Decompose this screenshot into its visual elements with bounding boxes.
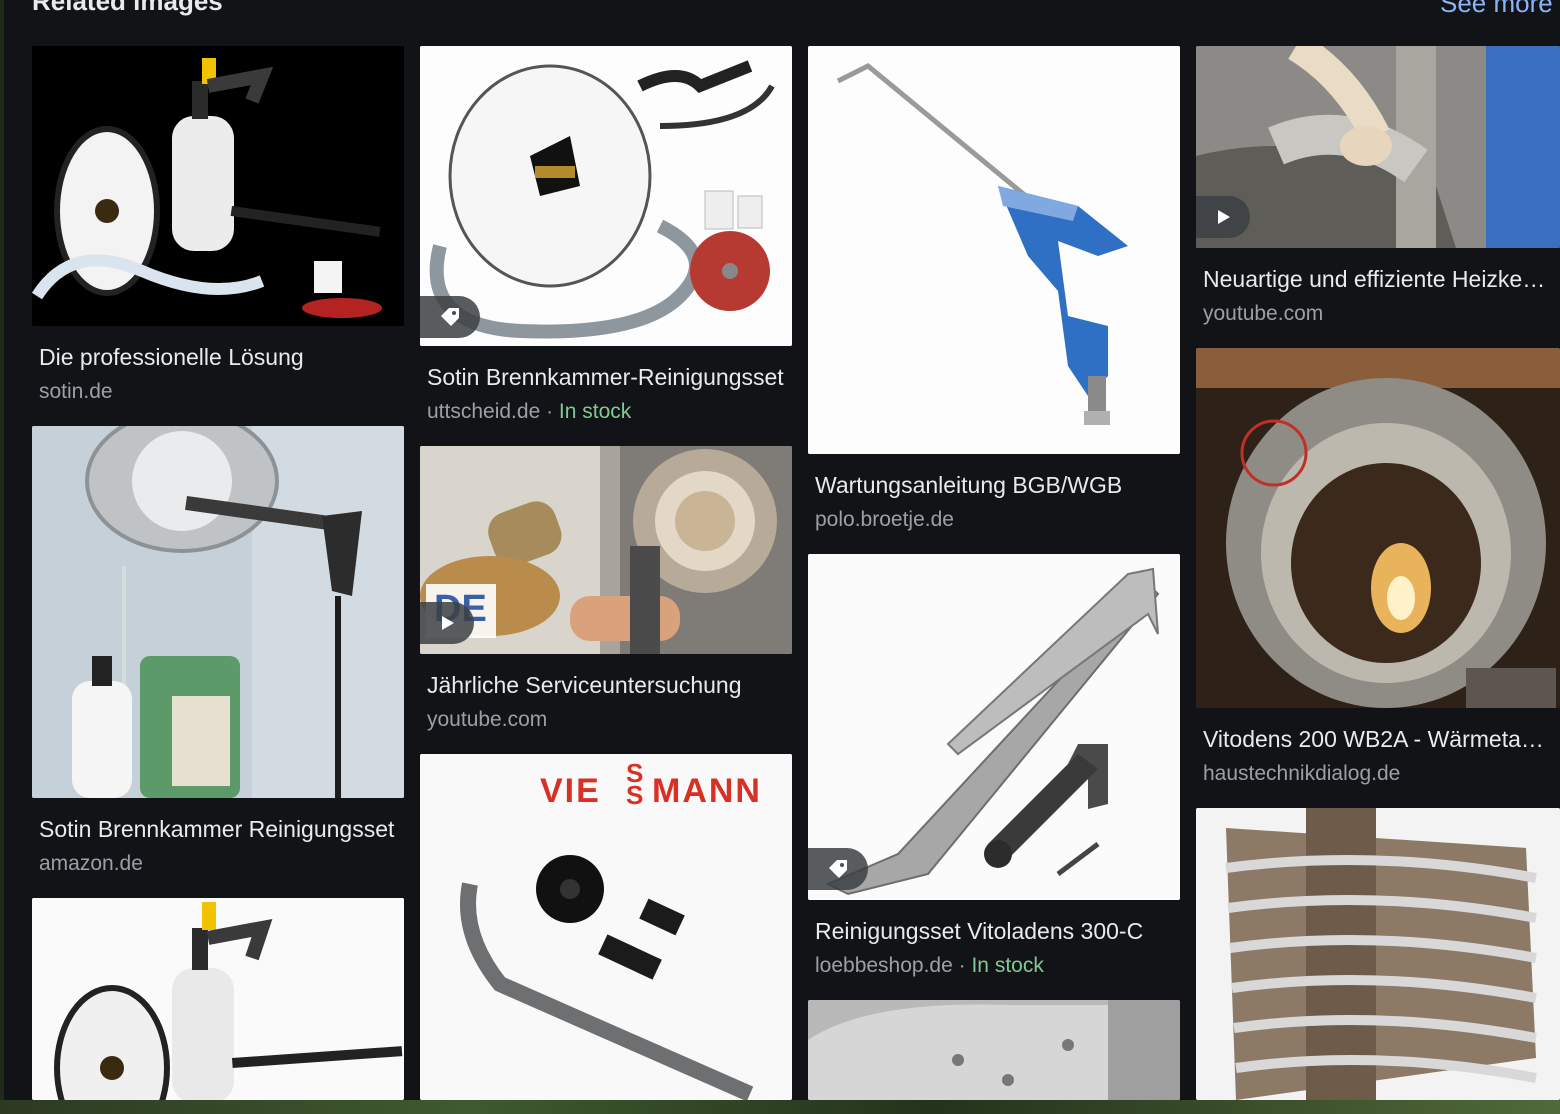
image-card-10[interactable]: Neuartige und effiziente Heizkessel yout… — [1196, 46, 1560, 336]
stock-status: In stock — [971, 954, 1044, 977]
image-thumbnail[interactable] — [32, 426, 404, 798]
source-domain: youtube.com — [1203, 302, 1324, 325]
background-strip — [0, 1100, 1560, 1114]
image-thumbnail[interactable] — [1196, 46, 1560, 248]
tag-icon — [438, 305, 462, 329]
image-source: loebbeshop.de · In stock — [815, 954, 1044, 978]
image-thumbnail[interactable] — [32, 898, 404, 1100]
product-badge — [808, 848, 868, 890]
source-domain: amazon.de — [39, 852, 143, 875]
image-caption[interactable]: Sotin Brennkammer Reinigungsset — [39, 816, 397, 843]
logo-text-middle: SS — [626, 758, 644, 810]
image-thumbnail[interactable] — [808, 1000, 1180, 1100]
source-domain: haustechnikdialog.de — [1203, 762, 1401, 785]
play-icon — [437, 613, 457, 633]
image-thumbnail[interactable]: DE — [420, 446, 792, 654]
separator-dot: · — [540, 400, 559, 423]
image-source: uttscheid.de · In stock — [427, 400, 631, 424]
tag-icon — [826, 857, 850, 881]
image-caption[interactable]: Vitodens 200 WB2A - Wärmetauscher — [1203, 726, 1553, 753]
product-badge — [420, 296, 480, 338]
video-badge — [420, 602, 474, 644]
image-card-9[interactable] — [808, 1000, 1180, 1100]
image-caption[interactable]: Wartungsanleitung BGB/WGB — [815, 472, 1173, 499]
image-thumbnail[interactable] — [808, 554, 1180, 900]
image-card-8[interactable]: Reinigungsset Vitoladens 300-C loebbesho… — [808, 554, 1180, 990]
image-source: polo.broetje.de — [815, 508, 954, 532]
image-source: sotin.de — [39, 380, 113, 404]
source-domain: sotin.de — [39, 380, 113, 403]
image-thumbnail[interactable] — [1196, 348, 1560, 708]
image-source: haustechnikdialog.de — [1203, 762, 1400, 786]
image-card-4[interactable]: Sotin Brennkammer-Reinigungsset uttschei… — [420, 46, 792, 436]
image-card-5[interactable]: DE Jährliche Serviceuntersuchung youtube… — [420, 446, 792, 744]
image-card-11[interactable]: Vitodens 200 WB2A - Wärmetauscher hauste… — [1196, 348, 1560, 798]
image-caption[interactable]: Sotin Brennkammer-Reinigungsset — [427, 364, 785, 391]
video-badge — [1196, 196, 1250, 238]
source-domain: polo.broetje.de — [815, 508, 954, 531]
image-card-7[interactable]: Wartungsanleitung BGB/WGB polo.broetje.d… — [808, 46, 1180, 544]
image-thumbnail[interactable]: VIE SS MANN — [420, 754, 792, 1100]
image-thumbnail[interactable] — [808, 46, 1180, 454]
image-thumbnail[interactable] — [420, 46, 792, 346]
section-title: Related images — [32, 0, 223, 16]
source-domain: loebbeshop.de — [815, 954, 953, 977]
image-source: youtube.com — [1203, 302, 1323, 326]
image-caption[interactable]: Neuartige und effiziente Heizkessel — [1203, 266, 1553, 293]
related-images-panel: Related images See more Die professionel… — [4, 0, 1560, 1100]
source-domain: uttscheid.de — [427, 400, 541, 423]
image-card-3[interactable] — [32, 898, 404, 1100]
image-card-6[interactable]: VIE SS MANN — [420, 754, 792, 1100]
image-card-1[interactable]: Die professionelle Lösung sotin.de — [32, 46, 404, 416]
stock-status: In stock — [558, 400, 632, 423]
image-source: amazon.de — [39, 852, 143, 876]
image-caption[interactable]: Die professionelle Lösung — [39, 344, 397, 371]
image-source: youtube.com — [427, 708, 547, 732]
viessmann-logo: VIE SS MANN — [540, 760, 780, 838]
image-thumbnail[interactable] — [1196, 808, 1560, 1100]
play-icon — [1213, 207, 1233, 227]
source-domain: youtube.com — [427, 708, 548, 731]
image-caption[interactable]: Jährliche Serviceuntersuchung — [427, 672, 785, 699]
image-caption[interactable]: Reinigungsset Vitoladens 300-C — [815, 918, 1173, 945]
see-more-link[interactable]: See more — [1440, 0, 1553, 19]
image-card-12[interactable] — [1196, 808, 1560, 1100]
image-card-2[interactable]: Sotin Brennkammer Reinigungsset amazon.d… — [32, 426, 404, 888]
image-thumbnail[interactable] — [32, 46, 404, 326]
logo-text-end: MANN — [652, 772, 762, 810]
separator-dot: · — [952, 954, 972, 977]
logo-text-start: VIE — [540, 772, 601, 810]
